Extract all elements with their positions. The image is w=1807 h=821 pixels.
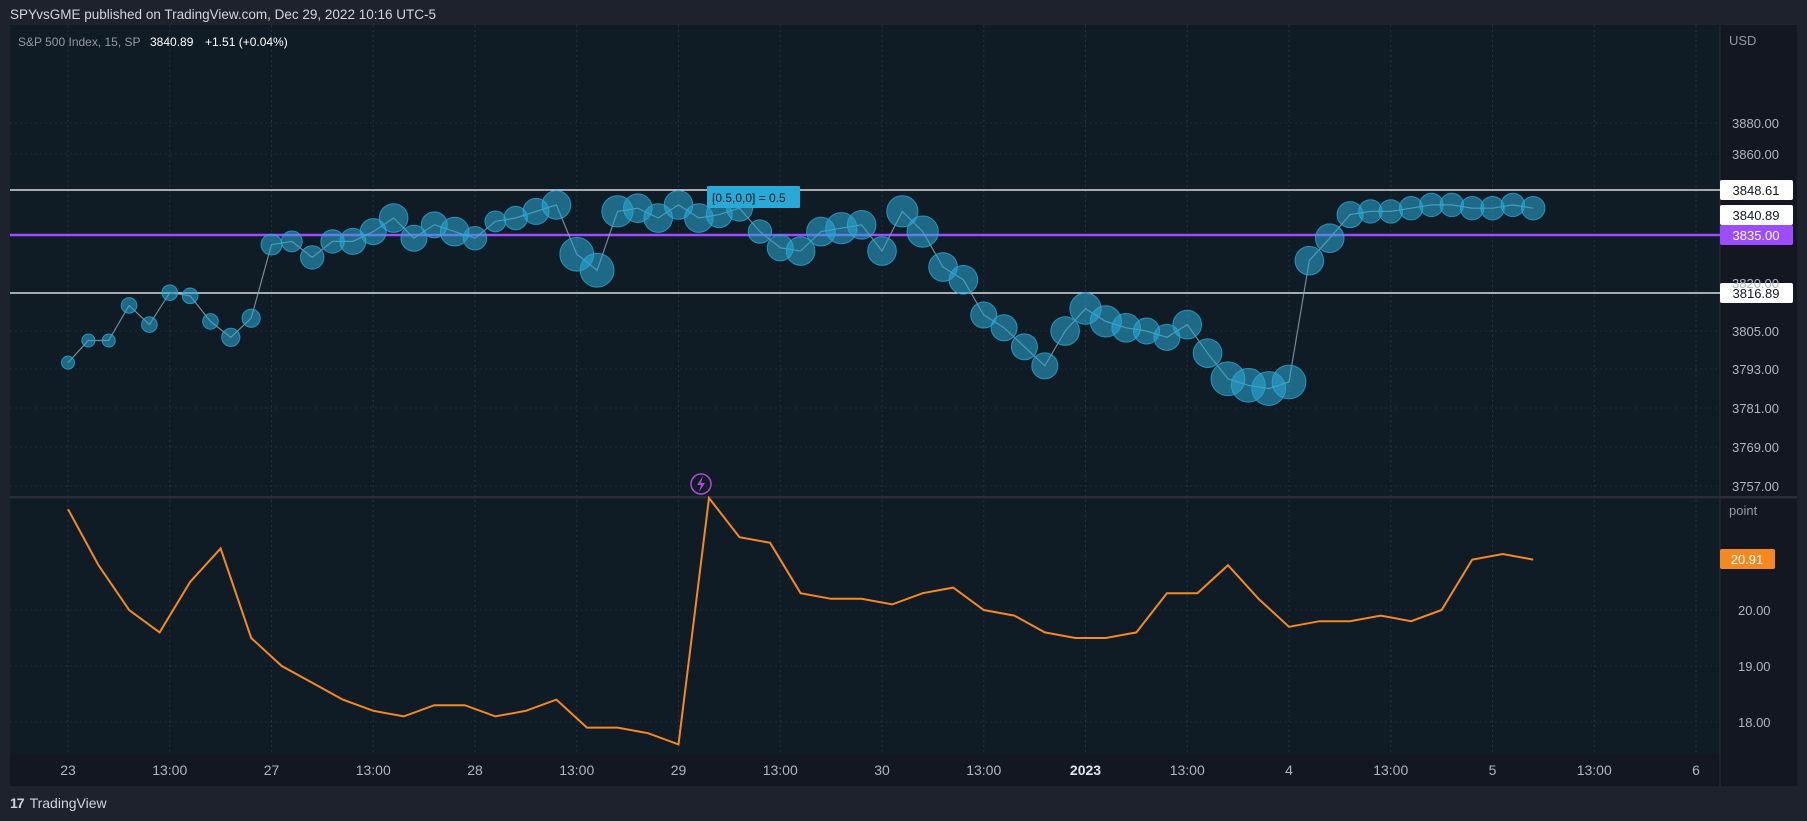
brand-name: TradingView bbox=[29, 795, 107, 811]
annotation-text: [0.5,0,0] = 0.5 bbox=[712, 191, 786, 205]
chart-canvas[interactable]: 3880.00 3860.00 3805.00 3793.00 3781.00 3769.… bbox=[0, 0, 1807, 821]
bubble-point bbox=[1398, 195, 1424, 221]
bubble-point bbox=[120, 297, 138, 314]
bubble-point bbox=[846, 210, 877, 240]
y-tick-label: 3781.00 bbox=[1732, 401, 1779, 416]
bubble-point bbox=[161, 284, 179, 301]
indicator-last-value-label: 20.91 bbox=[1731, 552, 1764, 567]
y2-tick-label: 19.00 bbox=[1738, 659, 1771, 674]
y-tick-label-hidden: 3820.00 bbox=[1732, 276, 1779, 291]
price-level-label: 3835.00 bbox=[1733, 228, 1780, 243]
y2-tick-label: 18.00 bbox=[1738, 715, 1771, 730]
bubble-point bbox=[462, 226, 488, 251]
indicator-pane[interactable] bbox=[10, 499, 1720, 754]
x-tick-label: 13:00 bbox=[559, 762, 594, 778]
bubble-point bbox=[1172, 309, 1203, 340]
bubble-point bbox=[1050, 316, 1080, 346]
bubble-point bbox=[221, 327, 241, 347]
bubble-point bbox=[1271, 364, 1307, 400]
bubble-point bbox=[241, 308, 261, 328]
annotation-box[interactable]: [0.5,0,0] = 0.5 bbox=[707, 186, 800, 208]
x-tick-label: 13:00 bbox=[356, 762, 391, 778]
price-scale-unit: USD bbox=[1729, 33, 1756, 48]
bubble-point bbox=[1480, 195, 1505, 221]
x-tick-label: 2023 bbox=[1070, 762, 1101, 778]
bubble-point bbox=[141, 316, 158, 333]
bubble-point bbox=[1294, 245, 1325, 276]
bubble-point bbox=[1378, 199, 1403, 224]
bubble-point bbox=[1500, 192, 1526, 218]
bubble-point bbox=[1010, 333, 1038, 361]
x-tick-label: 13:00 bbox=[966, 762, 1001, 778]
bubble-point bbox=[61, 355, 75, 370]
x-tick-label: 4 bbox=[1285, 762, 1293, 778]
legend-change: +1.51 (+0.04%) bbox=[205, 35, 288, 49]
bubble-point bbox=[1521, 195, 1546, 221]
bubble-point bbox=[484, 210, 507, 233]
x-tick-label: 27 bbox=[264, 762, 280, 778]
bubble-point bbox=[747, 219, 773, 244]
x-tick-label: 30 bbox=[874, 762, 890, 778]
bubble-point bbox=[81, 333, 96, 348]
y-tick-label: 3880.00 bbox=[1732, 116, 1779, 131]
bubble-point bbox=[1314, 223, 1345, 254]
y-tick-label: 3793.00 bbox=[1732, 362, 1779, 377]
x-tick-label: 28 bbox=[467, 762, 483, 778]
bubble-point bbox=[181, 287, 199, 305]
price-level-label: 3840.89 bbox=[1733, 208, 1780, 223]
bubble-point bbox=[867, 236, 897, 266]
x-tick-label: 29 bbox=[671, 762, 687, 778]
legend-price: 3840.89 bbox=[150, 35, 194, 49]
y-tick-label: 3860.00 bbox=[1732, 147, 1779, 162]
footer: 17 TradingView bbox=[10, 795, 107, 811]
bubble-point bbox=[202, 313, 219, 330]
indicator-scale-unit: point bbox=[1729, 503, 1758, 518]
bubble-point bbox=[300, 245, 325, 270]
price-level-label: 3848.61 bbox=[1733, 183, 1780, 198]
bubble-point bbox=[1192, 338, 1223, 368]
bubble-point bbox=[541, 190, 572, 220]
x-tick-label: 5 bbox=[1489, 762, 1497, 778]
y-tick-label: 3769.00 bbox=[1732, 440, 1779, 455]
bubble-point bbox=[378, 203, 409, 233]
x-tick-label: 13:00 bbox=[152, 762, 187, 778]
bubble-point bbox=[948, 265, 979, 295]
bubble-point bbox=[280, 230, 303, 253]
x-tick-label: 13:00 bbox=[1170, 762, 1205, 778]
x-tick-label: 23 bbox=[60, 762, 76, 778]
bubble-point bbox=[990, 314, 1018, 342]
y2-tick-label: 20.00 bbox=[1738, 603, 1771, 618]
bubble-point bbox=[1439, 192, 1465, 218]
tradingview-logo-icon: 17 bbox=[10, 795, 25, 811]
bubble-point bbox=[101, 333, 116, 348]
x-tick-label: 13:00 bbox=[763, 762, 798, 778]
price-scale[interactable] bbox=[1720, 25, 1797, 497]
bubble-point bbox=[906, 215, 939, 248]
y-tick-label: 3757.00 bbox=[1732, 479, 1779, 494]
bubble-point bbox=[579, 252, 615, 288]
y-tick-label: 3805.00 bbox=[1732, 324, 1779, 339]
legend-symbol[interactable]: S&P 500 Index, 15, SP bbox=[18, 35, 141, 49]
bubble-point bbox=[1031, 352, 1059, 380]
x-tick-label: 6 bbox=[1692, 762, 1700, 778]
x-tick-label: 13:00 bbox=[1577, 762, 1612, 778]
x-tick-label: 13:00 bbox=[1373, 762, 1408, 778]
bubble-point bbox=[260, 233, 283, 256]
